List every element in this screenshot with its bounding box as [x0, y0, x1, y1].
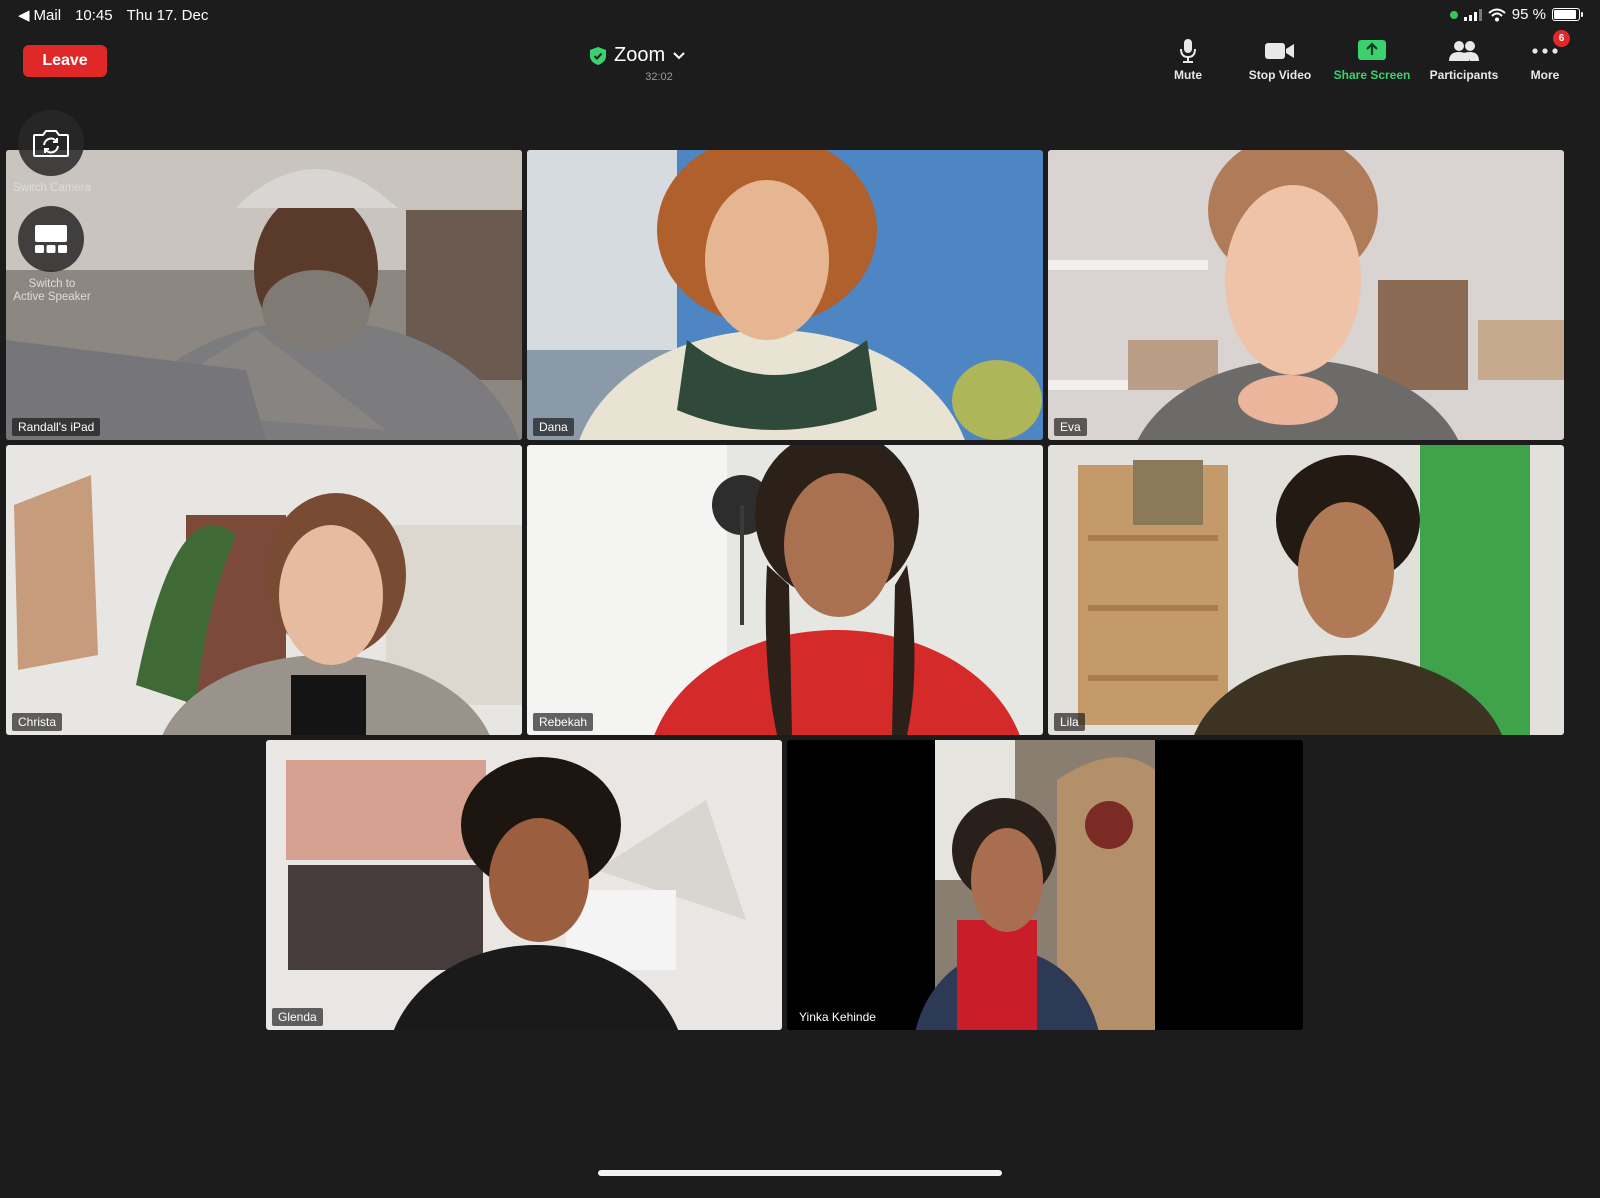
participant-name: Randall's iPad — [12, 418, 101, 436]
participant-name: Rebekah — [533, 713, 594, 731]
microphone-icon — [1180, 39, 1196, 63]
participants-icon — [1449, 41, 1479, 61]
battery-percent: 95 % — [1511, 6, 1546, 23]
meeting-name: Zoom — [614, 44, 666, 66]
video-tile-christa[interactable]: Christa — [6, 445, 522, 735]
more-label: More — [1530, 68, 1560, 82]
share-screen-label: Share Screen — [1333, 68, 1411, 82]
video-feed — [1048, 150, 1564, 440]
status-bar: ◀ Mail 10:45 Thu 17. Dec 95 % — [0, 0, 1600, 30]
video-tile-glenda[interactable]: Glenda — [266, 740, 782, 1030]
switch-camera-button[interactable] — [18, 110, 84, 176]
switch-camera-label: Switch Camera — [13, 182, 91, 194]
video-tile-lila[interactable]: Lila — [1048, 445, 1564, 735]
camera-in-use-icon — [1449, 10, 1458, 19]
participant-name: Dana — [533, 418, 574, 436]
video-tile-dana[interactable]: Dana — [527, 150, 1043, 440]
meeting-timer: 32:02 — [645, 71, 673, 83]
active-speaker-layout-icon — [35, 225, 67, 253]
video-feed — [266, 740, 782, 1030]
cellular-signal-icon — [1463, 8, 1482, 21]
meeting-title[interactable]: Zoom 32:02 — [590, 44, 710, 83]
switch-active-speaker-button[interactable] — [18, 206, 84, 272]
back-app-label: Mail — [33, 6, 62, 24]
video-camera-icon — [1265, 43, 1294, 59]
wifi-icon — [1488, 8, 1506, 21]
back-to-mail[interactable]: ◀ Mail — [18, 6, 62, 25]
more-dots-icon — [1532, 48, 1558, 54]
participants-label: Participants — [1429, 68, 1499, 82]
video-feed — [527, 445, 1043, 735]
video-tile-eva[interactable]: Eva — [1048, 150, 1564, 440]
video-tile-rebekah[interactable]: Rebekah — [527, 445, 1043, 735]
share-screen-icon — [1358, 40, 1386, 60]
mute-label: Mute — [1174, 68, 1202, 82]
stop-video-label: Stop Video — [1248, 68, 1312, 82]
status-date: Thu 17. Dec — [126, 6, 209, 24]
participant-name: Lila — [1054, 713, 1085, 731]
encryption-shield-icon — [590, 46, 606, 65]
back-arrow-icon: ◀ — [18, 7, 30, 24]
switch-active-speaker-label: Switch to Active Speaker — [6, 278, 98, 304]
home-indicator[interactable] — [598, 1170, 1002, 1176]
switch-camera-icon — [33, 130, 69, 157]
video-feed — [6, 445, 522, 735]
participant-name: Eva — [1054, 418, 1087, 436]
switch-speaker-line2: Active Speaker — [13, 291, 91, 303]
mute-button[interactable]: Mute — [1142, 38, 1234, 82]
meeting-toolbar: Mute Stop Video Share Screen Participant… — [1142, 30, 1580, 82]
share-screen-button[interactable]: Share Screen — [1326, 38, 1418, 82]
participant-name: Yinka Kehinde — [799, 1010, 876, 1024]
switch-speaker-line1: Switch to — [28, 278, 76, 290]
more-button[interactable]: 6 More — [1510, 30, 1580, 82]
chevron-down-icon — [673, 51, 685, 59]
stop-video-button[interactable]: Stop Video — [1234, 38, 1326, 82]
participants-button[interactable]: Participants — [1418, 38, 1510, 82]
participant-name: Christa — [12, 713, 63, 731]
video-feed — [787, 740, 1303, 1030]
more-badge: 6 — [1553, 30, 1570, 47]
video-tile-yinka[interactable]: Yinka Kehinde — [787, 740, 1303, 1030]
video-feed — [527, 150, 1043, 440]
leave-button[interactable]: Leave — [23, 45, 107, 77]
video-feed — [1048, 445, 1564, 735]
status-time: 10:45 — [75, 6, 113, 24]
battery-icon — [1552, 8, 1583, 21]
participant-name: Glenda — [272, 1008, 323, 1026]
